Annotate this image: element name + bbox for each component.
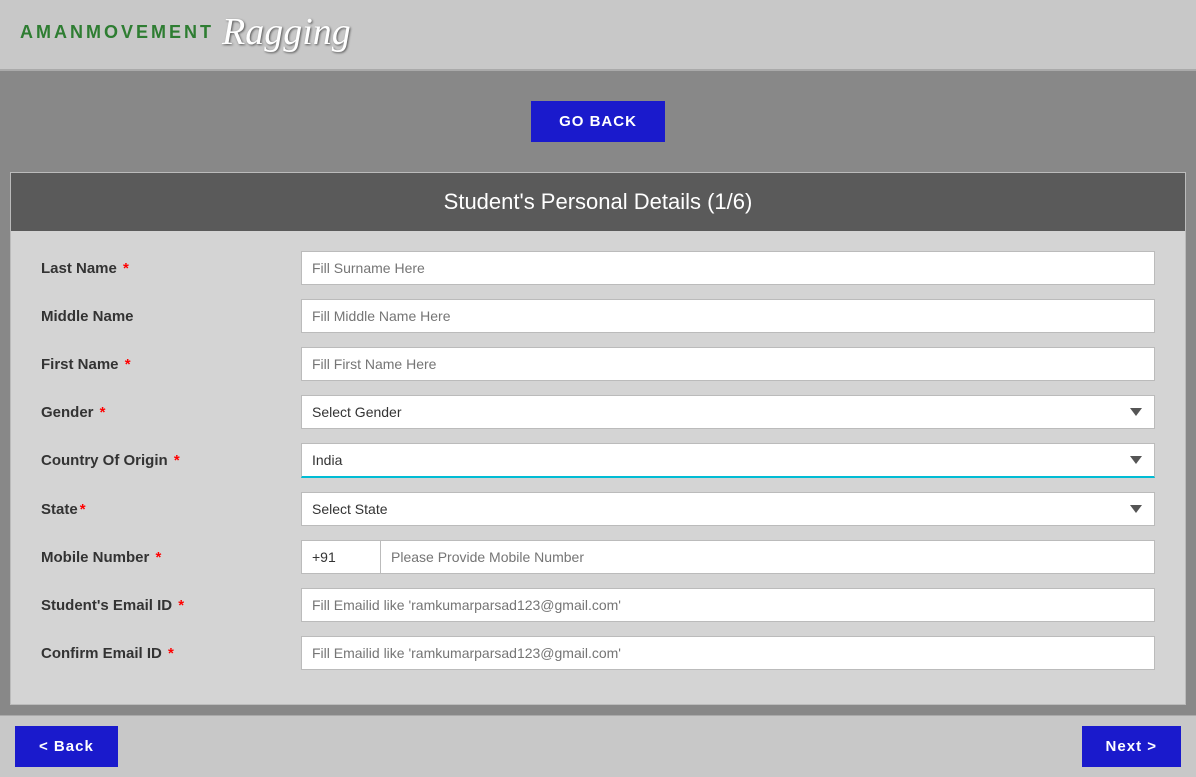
email-row: Student's Email ID * (41, 588, 1155, 622)
country-label: Country Of Origin * (41, 452, 301, 469)
middle-name-label: Middle Name (41, 308, 301, 325)
country-row: Country Of Origin * India Other (41, 443, 1155, 478)
form-title: Student's Personal Details (1/6) (11, 173, 1185, 231)
confirm-email-row: Confirm Email ID * (41, 636, 1155, 670)
gender-select[interactable]: Select Gender Male Female Other (301, 395, 1155, 429)
header: AMANMOVEMENT Ragging (0, 0, 1196, 71)
gender-required: * (96, 404, 106, 421)
state-select[interactable]: Select State (301, 492, 1155, 526)
form-container: Student's Personal Details (1/6) Last Na… (10, 172, 1186, 705)
mobile-number-input[interactable] (381, 540, 1155, 574)
back-button[interactable]: < Back (15, 726, 118, 767)
confirm-email-label: Confirm Email ID * (41, 645, 301, 662)
last-name-label: Last Name * (41, 260, 301, 277)
email-required: * (174, 597, 184, 614)
email-input[interactable] (301, 588, 1155, 622)
gender-label: Gender * (41, 404, 301, 421)
footer-nav: < Back Next > (0, 715, 1196, 777)
first-name-label: First Name * (41, 356, 301, 373)
confirm-email-input[interactable] (301, 636, 1155, 670)
go-back-section: GO BACK (0, 71, 1196, 172)
mobile-required: * (151, 549, 161, 566)
middle-name-row: Middle Name (41, 299, 1155, 333)
form-body: Last Name * Middle Name First Name * Gen… (11, 231, 1185, 704)
last-name-required: * (119, 260, 129, 277)
last-name-input[interactable] (301, 251, 1155, 285)
confirm-email-required: * (164, 645, 174, 662)
mobile-input-group (301, 540, 1155, 574)
state-row: State* Select State (41, 492, 1155, 526)
country-select[interactable]: India Other (301, 443, 1155, 478)
first-name-required: * (121, 356, 131, 373)
gender-row: Gender * Select Gender Male Female Other (41, 395, 1155, 429)
first-name-row: First Name * (41, 347, 1155, 381)
state-required: * (80, 501, 86, 518)
mobile-prefix-input[interactable] (301, 540, 381, 574)
cursive-title: Ragging (222, 10, 351, 54)
mobile-label: Mobile Number * (41, 549, 301, 566)
next-button[interactable]: Next > (1082, 726, 1181, 767)
last-name-row: Last Name * (41, 251, 1155, 285)
mobile-row: Mobile Number * (41, 540, 1155, 574)
email-label: Student's Email ID * (41, 597, 301, 614)
country-required: * (170, 452, 180, 469)
brand-text: AMANMOVEMENT (20, 22, 214, 43)
go-back-button[interactable]: GO BACK (531, 101, 665, 142)
middle-name-input[interactable] (301, 299, 1155, 333)
state-label: State* (41, 501, 301, 518)
first-name-input[interactable] (301, 347, 1155, 381)
